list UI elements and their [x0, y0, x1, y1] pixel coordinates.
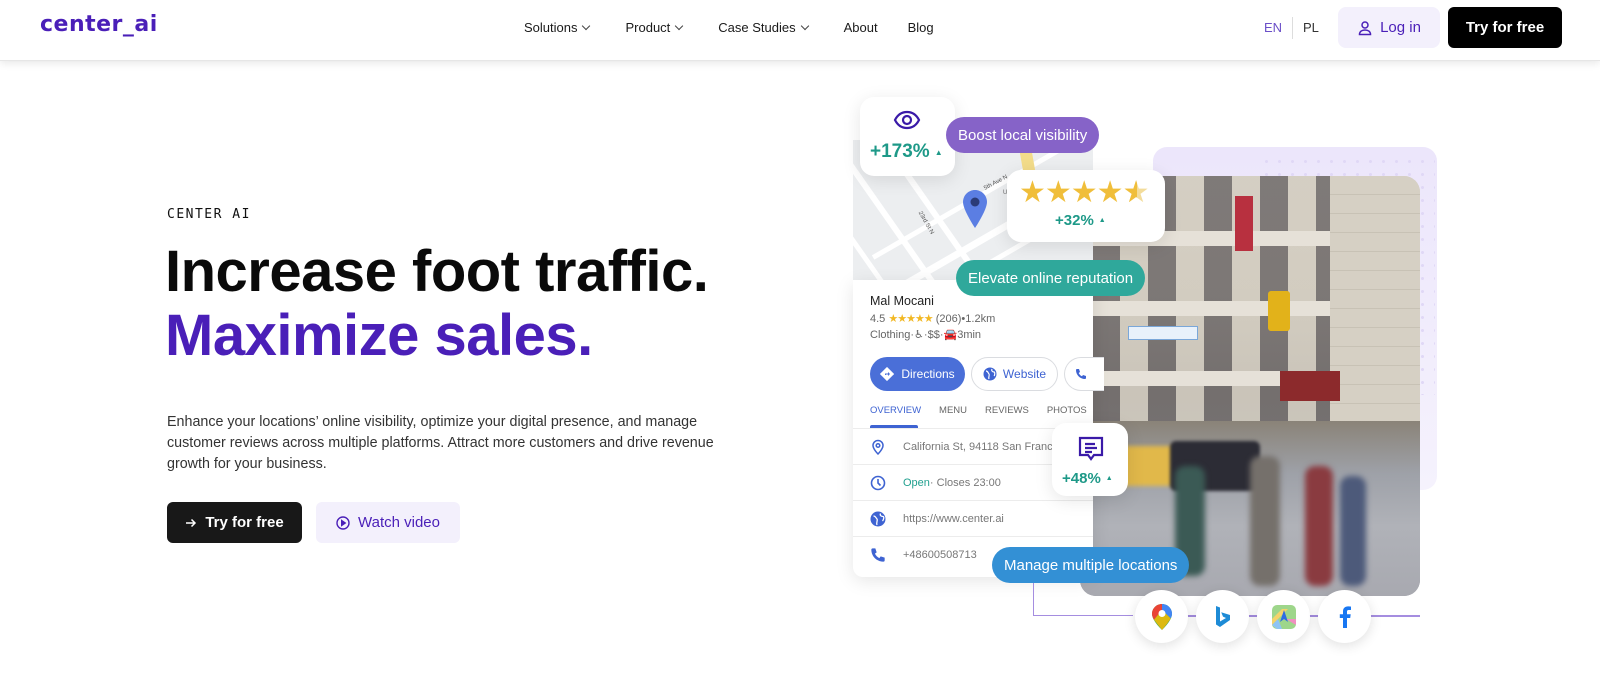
reviews-stat: +48% ▲: [1062, 470, 1113, 487]
tab-overview[interactable]: OVERVIEW: [870, 405, 921, 416]
tab-menu[interactable]: MENU: [939, 405, 967, 416]
map-pin-icon: [963, 190, 987, 228]
watch-video-label: Watch video: [358, 514, 440, 531]
profile-tabs: OVERVIEW MENU REVIEWS PHOTOS: [870, 405, 1105, 416]
directions-button[interactable]: Directions: [870, 357, 965, 391]
watch-video-button[interactable]: Watch video: [316, 502, 460, 543]
menu-item-blog[interactable]: Blog: [908, 20, 934, 35]
reputation-value: +32%: [1055, 212, 1094, 229]
menu-label: Solutions: [524, 20, 578, 35]
elevate-reputation-tag: Elevate online reputation: [956, 260, 1146, 296]
menu-item-about[interactable]: About: [844, 20, 878, 35]
trend-up-icon: ▲: [1105, 475, 1113, 482]
trend-up-icon: ▲: [1098, 217, 1106, 224]
tab-photos[interactable]: PHOTOS: [1047, 405, 1087, 416]
website-row: https://www.center.ai: [853, 500, 1093, 536]
category: Clothing: [870, 329, 911, 341]
bing-icon: [1215, 605, 1230, 627]
business-rating: 4.5 ★★★★★ (206)•1.2km: [870, 312, 995, 325]
language-divider: [1292, 17, 1293, 39]
call-button[interactable]: [1064, 357, 1104, 391]
globe-icon: [983, 367, 997, 381]
facebook-platform[interactable]: [1318, 590, 1371, 643]
apple-maps-icon: [1271, 604, 1296, 629]
chevron-down-icon: [800, 21, 809, 31]
try-for-free-label: Try for free: [205, 514, 284, 531]
google-maps-icon: [1151, 603, 1172, 630]
boost-visibility-tag: Boost local visibility: [946, 117, 1100, 153]
top-navigation: center_ai Solutions Product Case Studies…: [0, 0, 1600, 61]
try-for-free-nav-button[interactable]: Try for free: [1448, 7, 1562, 48]
globe-icon: [853, 511, 903, 527]
closing-time: · Closes 23:00: [929, 476, 1001, 489]
trend-up-icon: ▲: [934, 147, 943, 157]
website-url[interactable]: https://www.center.ai: [903, 513, 1004, 525]
business-name: Mal Mocani: [870, 294, 934, 308]
play-circle-icon: [336, 515, 350, 530]
rating-stars: ★★★★★: [888, 313, 933, 325]
language-en[interactable]: EN: [1264, 20, 1282, 35]
menu-label: Case Studies: [718, 20, 796, 35]
menu-label: Blog: [907, 20, 934, 35]
menu-item-case-studies[interactable]: Case Studies: [718, 20, 809, 35]
main-menu: Solutions Product Case Studies About Blo…: [524, 20, 956, 35]
user-icon: [1358, 20, 1372, 35]
wheelchair-icon: ♿: [914, 329, 924, 341]
visibility-stat-card: +173% ▲: [860, 97, 955, 176]
reviews-stat-card: +48% ▲: [1052, 423, 1128, 496]
chevron-down-icon: [675, 21, 684, 31]
clock-icon: [853, 475, 903, 491]
headline-accent: Maximize sales.: [165, 303, 593, 368]
language-pl[interactable]: PL: [1303, 20, 1319, 35]
price-level: $$: [927, 329, 940, 341]
address-text: California St, 94118 San Franc: [903, 440, 1053, 453]
message-icon: [1078, 436, 1104, 461]
phone-icon: [1076, 369, 1086, 379]
reviews-value: +48%: [1062, 470, 1101, 487]
distance: •1.2km: [961, 313, 996, 325]
review-count: (206): [935, 313, 962, 325]
try-for-free-button[interactable]: Try for free: [167, 502, 302, 543]
login-button[interactable]: Log in: [1338, 7, 1440, 48]
location-pin-icon: [853, 439, 903, 455]
open-status: Open: [903, 476, 930, 489]
car-icon: 🚘: [943, 329, 958, 341]
phone-number: +48600508713: [903, 548, 977, 561]
chevron-down-icon: [582, 21, 591, 31]
drive-time: 3min: [957, 329, 982, 341]
login-label: Log in: [1380, 19, 1421, 36]
website-button[interactable]: Website: [971, 357, 1058, 391]
platform-connector: [1033, 583, 1133, 616]
reputation-stat: +32% ▲: [1055, 212, 1106, 229]
tab-reviews[interactable]: REVIEWS: [985, 405, 1029, 416]
eyebrow-label: CENTER AI: [167, 207, 251, 222]
rating-value: 4.5: [870, 313, 886, 325]
logo[interactable]: center_ai: [40, 12, 158, 37]
eye-icon: [893, 110, 921, 130]
website-label: Website: [1002, 367, 1047, 381]
menu-item-solutions[interactable]: Solutions: [524, 20, 591, 35]
google-maps-platform[interactable]: [1135, 590, 1188, 643]
directions-label: Directions: [901, 367, 955, 381]
menu-item-product[interactable]: Product: [625, 20, 684, 35]
visibility-value: +173%: [870, 141, 930, 162]
business-meta: Clothing·♿·$$·🚘3min: [870, 329, 982, 341]
hero-description: Enhance your locations’ online visibilit…: [167, 414, 714, 472]
phone-icon: [853, 547, 903, 563]
menu-label: Product: [625, 20, 671, 35]
directions-icon: [880, 367, 895, 381]
manage-locations-tag: Manage multiple locations: [992, 547, 1190, 583]
headline-primary: Increase foot traffic.: [165, 239, 709, 304]
facebook-icon: [1339, 605, 1351, 628]
apple-maps-platform[interactable]: [1257, 590, 1310, 643]
arrow-right-icon: [186, 518, 197, 527]
rating-stars-icon: ★★★★★ ★: [1019, 176, 1149, 209]
reputation-stat-card: ★★★★★ ★ +32% ▲: [1007, 170, 1165, 242]
bing-platform[interactable]: [1196, 590, 1249, 643]
visibility-stat: +173% ▲: [870, 141, 943, 163]
menu-label: About: [843, 20, 878, 35]
